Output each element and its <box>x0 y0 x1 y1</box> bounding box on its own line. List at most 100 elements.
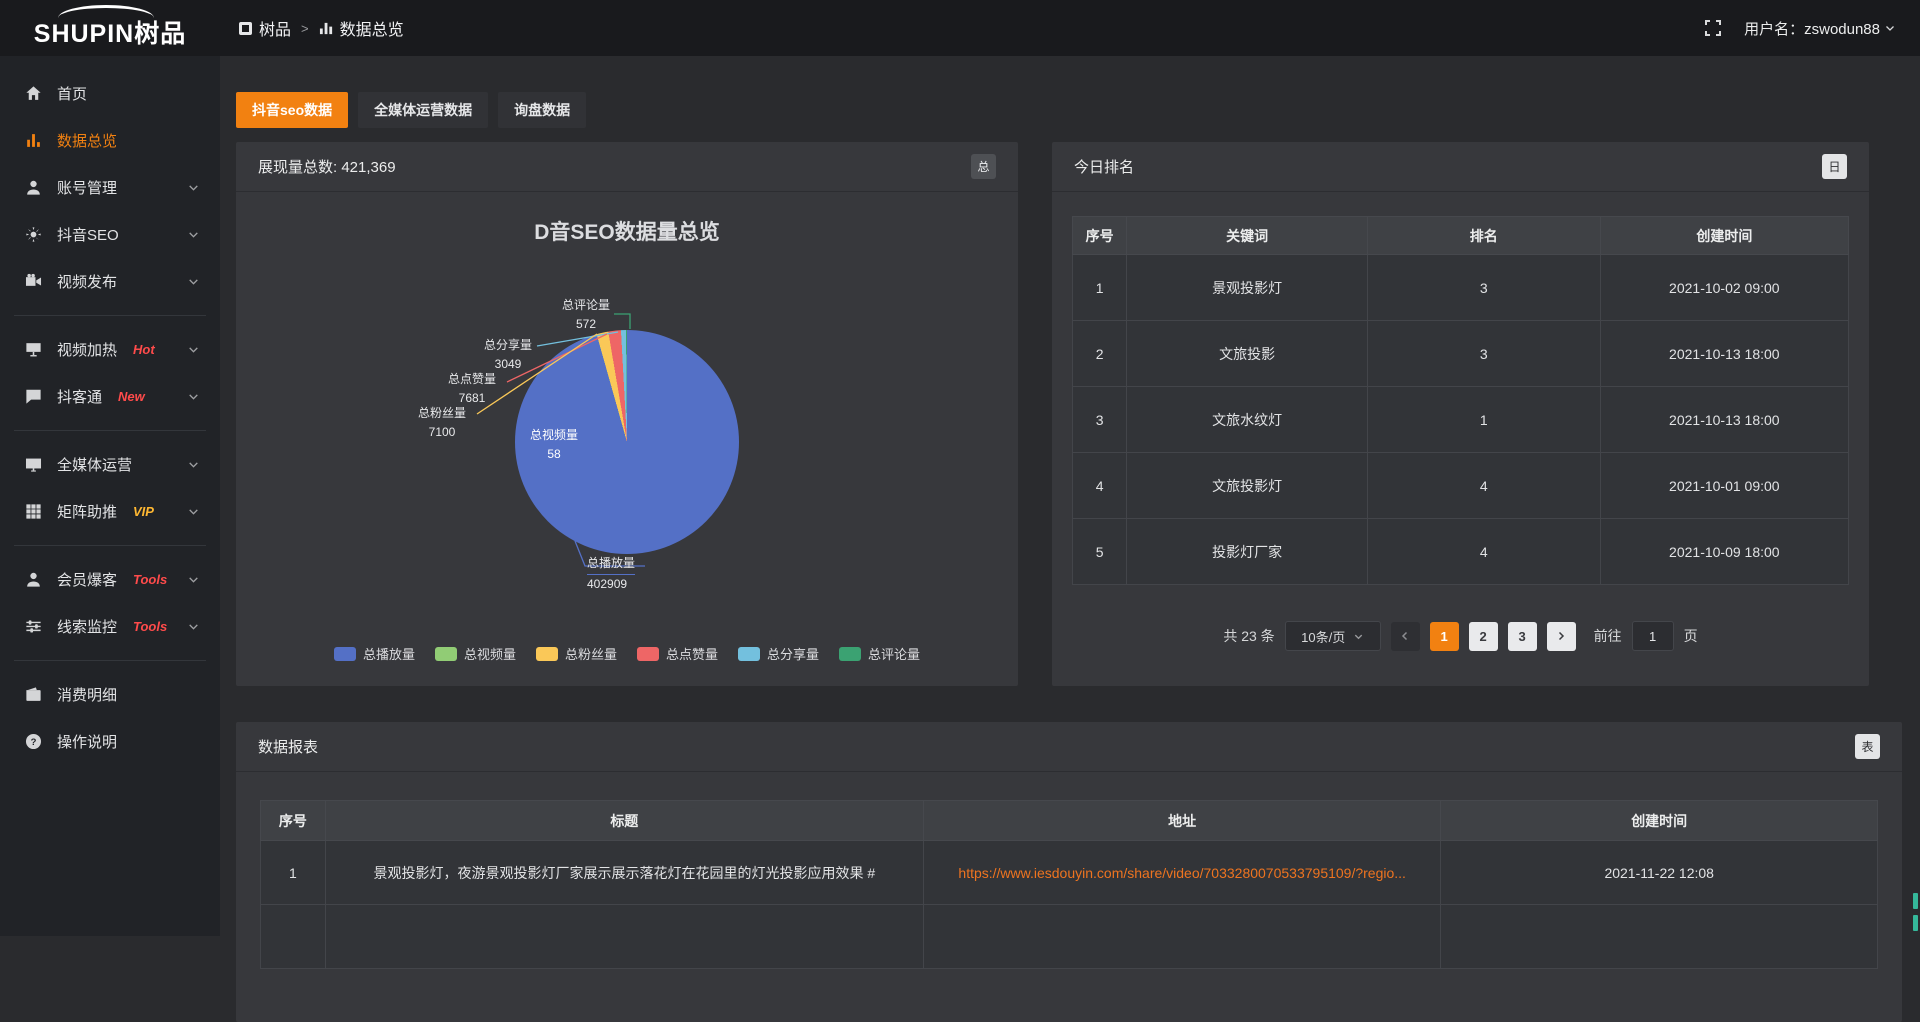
legend-item-总评论量[interactable]: 总评论量 <box>839 644 920 663</box>
legend-swatch <box>435 647 457 661</box>
callout-likes: 总点赞量7681 <box>448 370 496 407</box>
sidebar-item-label: 操作说明 <box>57 731 117 752</box>
legend-label: 总分享量 <box>767 644 819 663</box>
page-suffix-label: 页 <box>1684 626 1698 646</box>
sidebar-item-label: 视频发布 <box>57 271 117 292</box>
fullscreen-icon[interactable] <box>1704 19 1722 37</box>
sidebar-item-账号管理[interactable]: 账号管理 <box>0 164 220 211</box>
sidebar-item-抖音SEO[interactable]: 抖音SEO <box>0 211 220 258</box>
page-button-3[interactable]: 3 <box>1508 622 1537 651</box>
page-button-1[interactable]: 1 <box>1430 622 1459 651</box>
video-url-link[interactable]: https://www.iesdouyin.com/share/video/70… <box>958 865 1406 881</box>
board-icon <box>24 340 43 359</box>
sidebar-divider <box>14 315 206 316</box>
pie-callout-lines <box>627 442 637 452</box>
column-header: 标题 <box>325 801 923 841</box>
table-cell: 4 <box>1367 519 1600 585</box>
sidebar-item-label: 抖音SEO <box>57 224 119 245</box>
sidebar-item-badge: Tools <box>133 572 167 587</box>
sidebar-item-操作说明[interactable]: ?操作说明 <box>0 718 220 765</box>
table-cell: 3 <box>1073 387 1127 453</box>
column-header: 创建时间 <box>1441 801 1878 841</box>
goto-page-input[interactable] <box>1632 621 1674 651</box>
report-panel-title: 数据报表 <box>258 736 318 757</box>
tab-询盘数据[interactable]: 询盘数据 <box>498 92 586 128</box>
table-cell: 1 <box>1367 387 1600 453</box>
column-header: 序号 <box>261 801 326 841</box>
user-menu[interactable]: 用户名：zswodun88 <box>1744 18 1896 39</box>
next-page-button[interactable] <box>1547 622 1576 651</box>
table-cell: 5 <box>1073 519 1127 585</box>
sidebar-item-badge: VIP <box>133 504 154 519</box>
goto-label: 前往 <box>1594 626 1622 646</box>
sidebar-item-首页[interactable]: 首页 <box>0 70 220 117</box>
sidebar-item-矩阵助推[interactable]: 矩阵助推VIP <box>0 488 220 535</box>
chevron-down-icon <box>1353 631 1364 642</box>
legend-item-总粉丝量[interactable]: 总粉丝量 <box>536 644 617 663</box>
title-cell: 景观投影灯，夜游景观投影灯厂家展示展示落花灯在花园里的灯光投影应用效果 # <box>325 841 923 905</box>
sidebar-item-label: 全媒体运营 <box>57 454 132 475</box>
table-cell: 3 <box>1367 321 1600 387</box>
callout-shares: 总分享量3049 <box>484 336 532 373</box>
table-cell: 2021-10-09 18:00 <box>1600 519 1848 585</box>
breadcrumb-current[interactable]: 数据总览 <box>319 16 404 40</box>
chart-icon <box>24 131 43 150</box>
grid-icon <box>24 502 43 521</box>
home-icon <box>24 84 43 103</box>
legend-item-总视频量[interactable]: 总视频量 <box>435 644 516 663</box>
table-header-row: 序号关键词排名创建时间 <box>1073 217 1849 255</box>
chart-mode-button[interactable]: 总 <box>971 154 996 179</box>
table-cell: 文旅投影灯 <box>1127 453 1368 519</box>
sidebar-item-label: 会员爆客 <box>57 569 117 590</box>
table-cell: 2 <box>1073 321 1127 387</box>
breadcrumb-root[interactable]: 树品 <box>238 16 291 40</box>
page-button-2[interactable]: 2 <box>1469 622 1498 651</box>
ranking-mode-button[interactable]: 日 <box>1822 154 1847 179</box>
impressions-total-label: 展现量总数: 421,369 <box>258 156 396 177</box>
row-index-cell: 1 <box>261 841 326 905</box>
sidebar-item-消费明细[interactable]: 消费明细 <box>0 671 220 718</box>
chevron-down-icon <box>187 505 200 518</box>
page-size-select[interactable]: 10条/页 <box>1285 621 1381 651</box>
sidebar-item-会员爆客[interactable]: 会员爆客 Tools <box>0 556 220 603</box>
table-cell: 景观投影灯 <box>1127 255 1368 321</box>
legend-swatch <box>334 647 356 661</box>
prev-page-button[interactable] <box>1391 622 1420 651</box>
sidebar-item-线索监控[interactable]: 线索监控Tools <box>0 603 220 650</box>
report-mode-button[interactable]: 表 <box>1855 734 1880 759</box>
sidebar-item-抖客通[interactable]: 抖客通New <box>0 373 220 420</box>
sidebar-item-数据总览[interactable]: 数据总览 <box>0 117 220 164</box>
tab-全媒体运营数据[interactable]: 全媒体运营数据 <box>358 92 488 128</box>
chart-title: D音SEO数据量总览 <box>236 216 1018 246</box>
legend-item-总点赞量[interactable]: 总点赞量 <box>637 644 718 663</box>
table-header-row: 序号标题地址创建时间 <box>261 801 1878 841</box>
table-row: 1景观投影灯，夜游景观投影灯厂家展示展示落花灯在花园里的灯光投影应用效果 # ht… <box>261 841 1878 905</box>
chevron-down-icon <box>187 275 200 288</box>
chevron-down-icon <box>1884 22 1896 34</box>
table-cell: 3 <box>1367 255 1600 321</box>
table-row: 2文旅投影32021-10-13 18:00 <box>1073 321 1849 387</box>
legend-item-总分享量[interactable]: 总分享量 <box>738 644 819 663</box>
sidebar-item-全媒体运营[interactable]: 全媒体运营 <box>0 441 220 488</box>
pie-chart-area: D音SEO数据量总览 总评论量572 总分享量3049 总点赞量7681 <box>236 192 1018 685</box>
legend-label: 总播放量 <box>363 644 415 663</box>
legend-item-总播放量[interactable]: 总播放量 <box>334 644 415 663</box>
chevron-left-icon <box>1399 630 1411 642</box>
legend-label: 总点赞量 <box>666 644 718 663</box>
scrollbar-ticks[interactable] <box>1913 893 1918 937</box>
table-row: 1景观投影灯32021-10-02 09:00 <box>1073 255 1849 321</box>
sidebar-item-视频发布[interactable]: 视频发布 <box>0 258 220 305</box>
wallet-icon <box>24 685 43 704</box>
table-row-empty <box>261 905 1878 969</box>
user-icon <box>24 178 43 197</box>
tab-抖音seo数据[interactable]: 抖音seo数据 <box>236 92 348 128</box>
monitor-icon <box>24 455 43 474</box>
chevron-down-icon <box>187 573 200 586</box>
sidebar-item-label: 线索监控 <box>57 616 117 637</box>
chevron-down-icon <box>187 458 200 471</box>
sidebar-item-视频加热[interactable]: 视频加热Hot <box>0 326 220 373</box>
chevron-down-icon <box>187 181 200 194</box>
legend-label: 总粉丝量 <box>565 644 617 663</box>
logo-arc <box>58 5 154 31</box>
chevron-down-icon <box>187 228 200 241</box>
